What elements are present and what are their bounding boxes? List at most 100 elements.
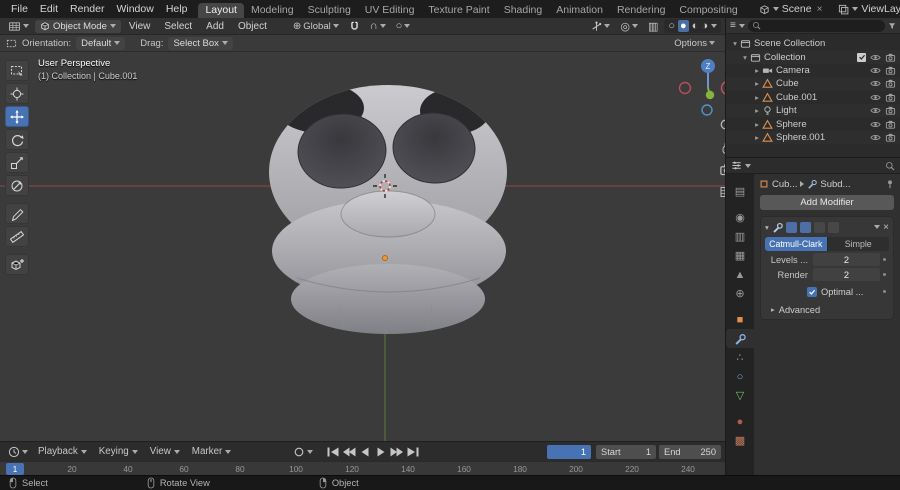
menu-marker[interactable]: Marker <box>186 446 237 457</box>
menu-render[interactable]: Render <box>64 0 110 18</box>
breadcrumb-object[interactable]: Cub... <box>772 179 797 190</box>
render-visibility-icon[interactable] <box>885 105 896 116</box>
tab-modeling[interactable]: Modeling <box>244 3 301 18</box>
play-button[interactable] <box>373 445 389 459</box>
editor-type-button[interactable] <box>4 20 33 33</box>
hide-eye-icon[interactable] <box>870 92 881 103</box>
shading-solid-button[interactable]: ● <box>678 20 689 32</box>
disclosure-icon[interactable]: ▸ <box>752 79 762 88</box>
tab-output[interactable]: ▥ <box>726 227 754 246</box>
tab-compositing[interactable]: Compositing <box>672 3 744 18</box>
menu-object[interactable]: Object <box>232 21 273 32</box>
disclosure-icon[interactable]: ▾ <box>730 39 740 48</box>
expand-icon[interactable]: ▾ <box>765 223 769 232</box>
playhead[interactable]: 1 <box>6 463 24 475</box>
outliner-row-cube001[interactable]: ▸ Cube.001 <box>726 91 900 104</box>
tab-physics[interactable]: ○ <box>726 367 754 386</box>
drag-setting-dropdown[interactable]: Select Box <box>168 36 233 50</box>
render-visibility-icon[interactable] <box>885 65 896 76</box>
tab-render[interactable]: ◉ <box>726 208 754 227</box>
tab-scene[interactable]: ▲ <box>726 265 754 284</box>
render-visibility-icon[interactable] <box>885 52 896 63</box>
mode-dropdown[interactable]: Object Mode <box>35 19 121 33</box>
tab-sculpting[interactable]: Sculpting <box>301 3 358 18</box>
shading-material-button[interactable]: ◐ <box>692 20 699 32</box>
modifier-editmode-toggle[interactable] <box>785 221 797 233</box>
gizmo-z-neg-axis[interactable] <box>701 104 713 116</box>
navigation-gizmo[interactable]: Z X <box>668 54 725 124</box>
render-visibility-icon[interactable] <box>885 92 896 103</box>
menu-view[interactable]: View <box>123 21 157 32</box>
jump-to-end-button[interactable] <box>405 445 421 459</box>
hide-eye-icon[interactable] <box>870 119 881 130</box>
outliner-row-cube[interactable]: ▸ Cube <box>726 77 900 91</box>
menu-file[interactable]: File <box>5 0 34 18</box>
tab-layout[interactable]: Layout <box>198 3 244 18</box>
render-visibility-icon[interactable] <box>885 119 896 130</box>
collection-exclude-checkbox[interactable] <box>857 52 866 62</box>
frame-end-field[interactable]: End 250 <box>659 444 721 459</box>
tool-annotate[interactable] <box>5 203 29 224</box>
outliner-row-sphere001[interactable]: ▸ Sphere.001 <box>726 130 900 145</box>
disclosure-icon[interactable]: ▸ <box>752 133 762 142</box>
hide-eye-icon[interactable] <box>870 65 881 76</box>
options-dropdown[interactable]: Options <box>670 38 719 49</box>
model-cube001[interactable] <box>269 83 507 334</box>
scene-unlink-icon[interactable]: × <box>815 4 825 15</box>
tab-particles[interactable]: ∴ <box>726 348 754 367</box>
transform-orientation-dropdown[interactable]: ⊕ Global <box>289 21 343 32</box>
tool-add-cube[interactable] <box>5 254 29 275</box>
viewport-3d[interactable]: User Perspective (1) Collection | Cube.0… <box>0 52 725 441</box>
tab-view-layer[interactable]: ▦ <box>726 246 754 265</box>
breadcrumb-data[interactable]: Subd... <box>820 179 850 190</box>
animate-dot-icon[interactable] <box>883 290 886 293</box>
modifier-cage-toggle[interactable] <box>827 221 839 233</box>
disclosure-icon[interactable]: ▸ <box>752 120 762 129</box>
disclosure-icon[interactable]: ▸ <box>752 93 762 102</box>
chevron-down-icon[interactable] <box>745 163 751 168</box>
disclosure-icon[interactable]: ▾ <box>740 53 750 62</box>
scene-selector[interactable]: Scene × <box>759 3 825 15</box>
hide-eye-icon[interactable] <box>870 52 881 63</box>
snap-toggle[interactable] <box>345 21 364 32</box>
tab-rendering[interactable]: Rendering <box>610 3 672 18</box>
outliner-row-collection[interactable]: ▾ Collection <box>726 50 900 64</box>
advanced-row[interactable]: ▸ Advanced <box>765 303 889 316</box>
next-keyframe-button[interactable] <box>389 445 405 459</box>
gizmo-x-neg-axis[interactable] <box>678 81 692 95</box>
auto-keying-button[interactable] <box>289 446 317 458</box>
animate-dot-icon[interactable] <box>883 273 886 276</box>
timeline-editor-button[interactable] <box>4 446 32 458</box>
xray-toggle[interactable]: ▥ <box>644 20 662 33</box>
tab-object[interactable]: ■ <box>726 310 754 329</box>
menu-window[interactable]: Window <box>110 0 159 18</box>
catmull-clark-button[interactable]: Catmull-Clark <box>765 237 827 251</box>
optimal-display-checkbox[interactable] <box>807 286 817 297</box>
prev-keyframe-button[interactable] <box>341 445 357 459</box>
tool-rotate[interactable] <box>5 129 29 150</box>
play-reverse-button[interactable] <box>357 445 373 459</box>
tab-material[interactable]: ● <box>726 412 754 431</box>
properties-editor-icon[interactable] <box>731 160 742 171</box>
hide-eye-icon[interactable] <box>870 132 881 143</box>
tab-world[interactable]: ⊕ <box>726 284 754 303</box>
render-visibility-icon[interactable] <box>885 132 896 143</box>
menu-playback[interactable]: Playback <box>32 446 93 457</box>
proportional-edit-dropdown[interactable]: ○ <box>392 20 415 32</box>
menu-keying[interactable]: Keying <box>93 446 144 457</box>
tool-scale[interactable] <box>5 152 29 173</box>
tool-measure[interactable] <box>5 226 29 247</box>
filter-icon[interactable] <box>888 21 896 31</box>
outliner-search-input[interactable] <box>763 20 881 31</box>
tab-uv-editing[interactable]: UV Editing <box>358 3 422 18</box>
frame-start-field[interactable]: Start 1 <box>596 444 656 459</box>
hide-eye-icon[interactable] <box>870 78 881 89</box>
modifier-extras-icon[interactable] <box>874 225 881 229</box>
tab-animation[interactable]: Animation <box>549 3 610 18</box>
hide-eye-icon[interactable] <box>870 105 881 116</box>
tab-modifiers[interactable] <box>726 329 754 348</box>
tab-texture-paint[interactable]: Texture Paint <box>421 3 496 18</box>
simple-button[interactable]: Simple <box>826 237 889 251</box>
gizmo-y-axis[interactable] <box>705 90 715 100</box>
add-modifier-button[interactable]: Add Modifier <box>760 195 894 210</box>
